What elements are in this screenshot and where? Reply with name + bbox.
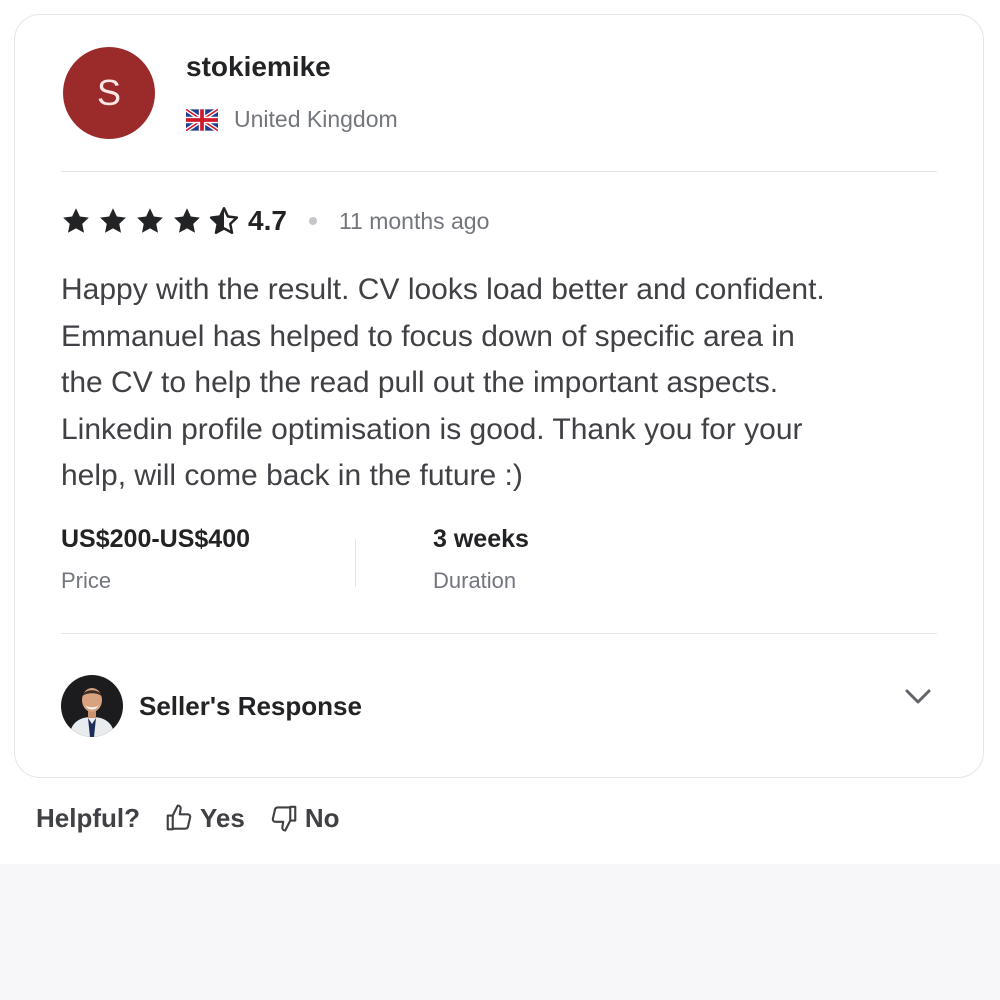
meta-divider xyxy=(61,633,937,634)
reviewer-avatar-initial: S xyxy=(96,72,121,113)
helpful-yes-label: Yes xyxy=(200,802,245,833)
helpful-label: Helpful? xyxy=(36,802,140,833)
star-filled-icon xyxy=(137,208,163,233)
review-time-ago: 11 months ago xyxy=(338,207,490,234)
rating-value: 4.7 xyxy=(248,205,287,236)
separator-dot xyxy=(308,217,317,225)
review-text: Happy with the result. CV looks load bet… xyxy=(61,273,825,492)
meta-separator xyxy=(355,539,356,587)
chevron-down-icon[interactable] xyxy=(903,685,933,709)
duration-label: Duration xyxy=(433,568,517,593)
star-rating xyxy=(61,206,246,236)
price-block: US$200-US$400 Price xyxy=(61,525,250,594)
seller-response-row[interactable]: Seller's Response xyxy=(61,675,362,737)
review-page: S stokiemike United Kingdom 4.7 11 month… xyxy=(0,0,1000,1000)
reviewer-avatar[interactable]: S xyxy=(63,47,155,139)
reviewer-country-row: United Kingdom xyxy=(186,106,398,133)
thumbs-down-icon xyxy=(271,805,297,832)
seller-response-label: Seller's Response xyxy=(139,690,362,721)
star-filled-icon xyxy=(100,208,126,233)
helpful-yes-button[interactable]: Yes xyxy=(164,803,245,834)
duration-block: 3 weeks Duration xyxy=(433,525,529,594)
reviewer-username[interactable]: stokiemike xyxy=(186,51,331,83)
helpful-no-label: No xyxy=(304,802,340,833)
helpful-no-button[interactable]: No xyxy=(269,803,340,834)
helpful-feedback: Helpful? Yes No xyxy=(36,798,340,838)
thumbs-up-icon xyxy=(166,804,192,831)
reviewer-country: United Kingdom xyxy=(234,106,398,132)
review-card: S stokiemike United Kingdom 4.7 11 month… xyxy=(14,14,984,778)
header-divider xyxy=(61,171,937,172)
star-filled-icon xyxy=(174,208,200,233)
page-footer-background xyxy=(0,864,1000,1000)
rating-row: 4.7 11 months ago xyxy=(61,203,489,239)
uk-flag-icon xyxy=(186,108,218,131)
duration-value: 3 weeks xyxy=(433,525,529,553)
seller-avatar xyxy=(61,675,123,737)
star-filled-icon xyxy=(63,208,89,233)
star-half-icon xyxy=(209,207,239,234)
price-label: Price xyxy=(61,568,112,593)
price-value: US$200-US$400 xyxy=(61,525,251,553)
